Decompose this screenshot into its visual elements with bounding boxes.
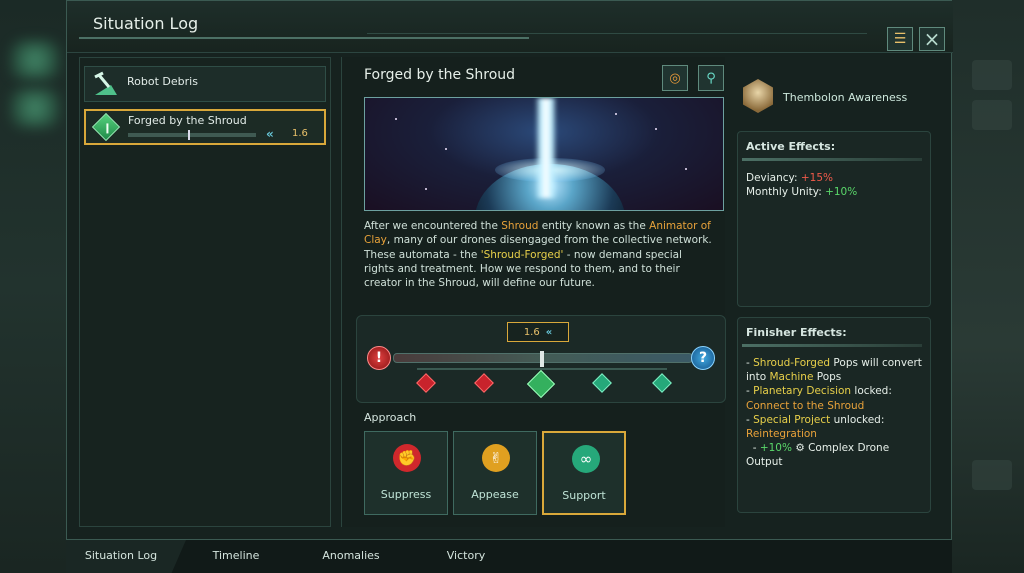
suppress-button[interactable]: ✊ Suppress xyxy=(364,431,448,515)
appease-button[interactable]: ✌ Appease xyxy=(453,431,537,515)
stage-icon[interactable] xyxy=(592,373,612,393)
list-item-progress-value: 1.6 xyxy=(292,128,308,139)
progress-direction-icon: « xyxy=(266,127,274,141)
situation-description: After we encountered the Shroud entity k… xyxy=(364,220,712,290)
close-button[interactable]: × xyxy=(919,27,945,51)
background-left xyxy=(0,0,66,573)
list-item-robot-debris[interactable]: Robot Debris xyxy=(84,66,326,102)
locate-button[interactable]: ⚲ xyxy=(698,65,724,91)
support-knot-icon: ∞ xyxy=(572,445,600,473)
background-block xyxy=(972,100,1012,130)
handshake-icon: ✌ xyxy=(482,444,510,472)
stage-icon[interactable] xyxy=(652,373,672,393)
background-glow xyxy=(10,88,60,128)
stage-icon[interactable] xyxy=(474,373,494,393)
situation-illustration xyxy=(364,97,724,211)
camera-target-icon: ◎ xyxy=(669,70,681,86)
deviancy-effect: Deviancy: +15% xyxy=(746,172,834,184)
background-block xyxy=(972,60,1012,90)
camera-button[interactable]: ◎ xyxy=(662,65,688,91)
close-icon: × xyxy=(923,27,941,51)
situation-progress-slider: 1.6 « ! ? xyxy=(356,315,726,403)
stage-icon[interactable] xyxy=(416,373,436,393)
background-right xyxy=(952,0,1024,573)
negative-end-icon: ! xyxy=(367,346,391,370)
fist-icon: ✊ xyxy=(393,444,421,472)
situation-title: Forged by the Shroud xyxy=(364,67,516,83)
effects-panel: Thembolon Awareness Active Effects: Devi… xyxy=(737,67,933,519)
progress-value-badge: 1.6 « xyxy=(507,322,569,342)
unknown-end-icon: ? xyxy=(691,346,715,370)
pickaxe-icon xyxy=(94,71,117,95)
approach-label: Approach xyxy=(364,411,417,424)
progress-track xyxy=(393,351,693,367)
support-button[interactable]: ∞ Support xyxy=(542,431,626,515)
map-pin-icon: ⚲ xyxy=(706,70,716,86)
title-decor-line xyxy=(367,33,867,34)
species-name: Thembolon Awareness xyxy=(783,91,908,104)
title-bar: Situation Log ☰ × xyxy=(67,1,953,53)
progress-direction-icon: « xyxy=(545,326,553,338)
finisher-effects-list: - Shroud-Forged Pops will convert into M… xyxy=(746,357,922,469)
stage-icon-current[interactable] xyxy=(526,369,556,399)
tab-situation-log[interactable]: Situation Log xyxy=(76,540,166,573)
species-header[interactable]: Thembolon Awareness xyxy=(737,67,933,123)
list-item-progress-bar xyxy=(128,130,256,140)
finisher-effects-title: Finisher Effects: xyxy=(746,326,847,339)
active-effects-title: Active Effects: xyxy=(746,140,836,153)
progress-marker xyxy=(540,351,544,367)
list-item-forged-by-the-shroud[interactable]: Forged by the Shroud « 1.6 xyxy=(84,109,326,145)
species-portrait xyxy=(743,79,773,113)
situation-log-window: Situation Log ☰ × Robot Debris Forged by… xyxy=(66,0,953,540)
background-block xyxy=(972,460,1012,490)
situation-detail: Forged by the Shroud ◎ ⚲ After we encoun… xyxy=(341,57,726,527)
bottom-tab-bar: Situation Log Timeline Anomalies Victory xyxy=(66,540,952,573)
title-underline xyxy=(79,37,529,39)
situation-list: Robot Debris Forged by the Shroud « 1.6 xyxy=(79,57,331,527)
situation-diamond-icon xyxy=(91,112,121,142)
background-glow xyxy=(10,40,60,80)
list-item-label: Forged by the Shroud xyxy=(128,114,247,127)
list-item-label: Robot Debris xyxy=(127,75,198,88)
map-pin-list-icon: ☰ xyxy=(893,31,907,47)
finisher-effects-box: Finisher Effects: - Shroud-Forged Pops w… xyxy=(737,317,931,513)
unity-effect: Monthly Unity: +10% xyxy=(746,186,858,198)
cog-icon: ⚙ xyxy=(795,442,805,455)
window-title: Situation Log xyxy=(93,14,199,33)
tab-anomalies[interactable]: Anomalies xyxy=(296,540,406,573)
tab-timeline[interactable]: Timeline xyxy=(186,540,286,573)
tab-victory[interactable]: Victory xyxy=(416,540,516,573)
active-effects-box: Active Effects: Deviancy: +15% Monthly U… xyxy=(737,131,931,307)
map-pin-list-button[interactable]: ☰ xyxy=(887,27,913,51)
